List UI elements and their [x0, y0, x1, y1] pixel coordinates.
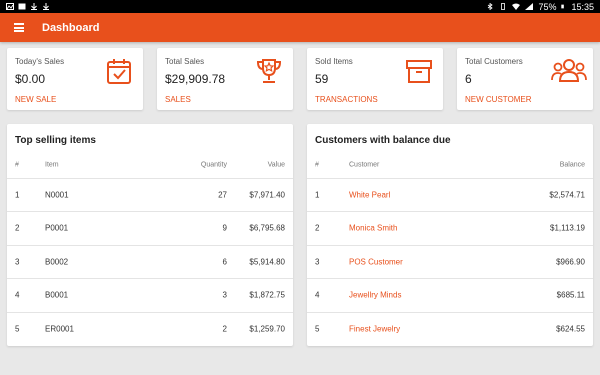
- menu-icon[interactable]: [14, 23, 26, 32]
- row-index: 2: [315, 223, 320, 233]
- customer-balance: $1,113.19: [550, 223, 585, 233]
- stat-card-sold-items: Sold Items 59 TRANSACTIONS: [307, 48, 443, 110]
- item-value: $5,914.80: [249, 257, 285, 267]
- table-header: # Customer Balance: [307, 154, 593, 176]
- column-header-num: #: [15, 161, 19, 169]
- table-header: # Item Quantity Value: [7, 154, 293, 176]
- row-index: 3: [315, 257, 320, 267]
- table-row[interactable]: 4 B0001 3 $1,872.75: [7, 278, 293, 311]
- table-row[interactable]: 2 P0001 9 $6,795.68: [7, 211, 293, 244]
- download-icon: [31, 3, 37, 10]
- new-customer-link[interactable]: NEW CUSTOMER: [465, 95, 585, 104]
- new-sale-link[interactable]: NEW SALE: [15, 95, 135, 104]
- customer-balance: $966.90: [556, 257, 585, 267]
- table-row[interactable]: 3 B0002 6 $5,914.80: [7, 245, 293, 278]
- panel-title: Customers with balance due: [315, 135, 451, 146]
- stat-card-total-sales: Total Sales $29,909.78 SALES: [157, 48, 293, 110]
- row-index: 1: [15, 190, 20, 200]
- row-index: 4: [15, 290, 20, 300]
- panel-title: Top selling items: [15, 135, 96, 146]
- column-header-value: Value: [267, 161, 285, 169]
- item-quantity: 27: [218, 190, 227, 200]
- item-quantity: 2: [222, 324, 227, 334]
- row-index: 1: [315, 190, 320, 200]
- trophy-icon: [256, 59, 282, 83]
- item-quantity: 9: [222, 223, 227, 233]
- item-quantity: 3: [222, 290, 227, 300]
- wifi-icon: [512, 3, 521, 10]
- row-index: 5: [15, 324, 20, 334]
- sales-link[interactable]: SALES: [165, 95, 285, 104]
- customer-balance: $685.11: [556, 290, 585, 300]
- gallery-icon: [6, 3, 14, 10]
- battery-icon: [561, 4, 565, 9]
- item-quantity: 6: [222, 257, 227, 267]
- customer-link[interactable]: Monica Smith: [349, 224, 397, 233]
- item-code: ER0001: [45, 324, 74, 334]
- column-header-balance: Balance: [559, 161, 585, 169]
- download-icon: [43, 3, 49, 10]
- top-selling-items-panel: Top selling items # Item Quantity Value …: [7, 124, 293, 346]
- transactions-link[interactable]: TRANSACTIONS: [315, 95, 435, 104]
- item-code: N0001: [45, 190, 69, 200]
- row-index: 5: [315, 324, 320, 334]
- column-header-quantity: Quantity: [200, 161, 227, 169]
- calendar-check-icon: [107, 59, 131, 84]
- image-icon: [18, 3, 26, 10]
- row-index: 2: [15, 223, 20, 233]
- battery-percent: 75%: [538, 1, 557, 12]
- bluetooth-icon: [488, 3, 494, 10]
- status-bar: 75% 15:35: [0, 0, 600, 13]
- column-header-item: Item: [45, 161, 59, 169]
- table-row[interactable]: 5 ER0001 2 $1,259.70: [7, 312, 293, 345]
- table-row[interactable]: 2 Monica Smith $1,113.19: [307, 211, 593, 244]
- item-value: $6,795.68: [249, 223, 285, 233]
- app-bar: Dashboard: [0, 13, 600, 42]
- clock: 15:35: [571, 1, 594, 12]
- customers-group-icon: [551, 59, 587, 82]
- item-value: $7,971.40: [249, 190, 285, 200]
- stat-card-total-customers: Total Customers 6 NEW CUSTOMER: [457, 48, 593, 110]
- archive-box-icon: [406, 60, 432, 83]
- customer-link[interactable]: Jewellry Minds: [349, 291, 401, 300]
- table-row[interactable]: 1 White Pearl $2,574.71: [307, 178, 593, 211]
- customers-balance-due-panel: Customers with balance due # Customer Ba…: [307, 124, 593, 346]
- customer-balance: $624.55: [556, 324, 585, 334]
- table-row[interactable]: 5 Finest Jewelry $624.55: [307, 312, 593, 345]
- stat-card-todays-sales: Today's Sales $0.00 NEW SALE: [7, 48, 143, 110]
- row-index: 4: [315, 290, 320, 300]
- item-value: $1,259.70: [249, 324, 285, 334]
- table-row[interactable]: 3 POS Customer $966.90: [307, 245, 593, 278]
- table-row[interactable]: 4 Jewellry Minds $685.11: [307, 278, 593, 311]
- customer-balance: $2,574.71: [549, 190, 585, 200]
- item-code: B0001: [45, 290, 69, 300]
- customer-link[interactable]: White Pearl: [349, 191, 390, 200]
- row-index: 3: [15, 257, 20, 267]
- table-row[interactable]: 1 N0001 27 $7,971.40: [7, 178, 293, 211]
- item-code: B0002: [45, 257, 69, 267]
- vibrate-icon: [501, 3, 506, 10]
- column-header-num: #: [315, 161, 319, 169]
- page-title: Dashboard: [42, 21, 100, 34]
- signal-icon: [525, 3, 534, 10]
- item-code: P0001: [45, 223, 69, 233]
- customer-link[interactable]: Finest Jewelry: [349, 325, 400, 334]
- column-header-customer: Customer: [349, 161, 380, 169]
- customer-link[interactable]: POS Customer: [349, 258, 403, 267]
- item-value: $1,872.75: [249, 290, 285, 300]
